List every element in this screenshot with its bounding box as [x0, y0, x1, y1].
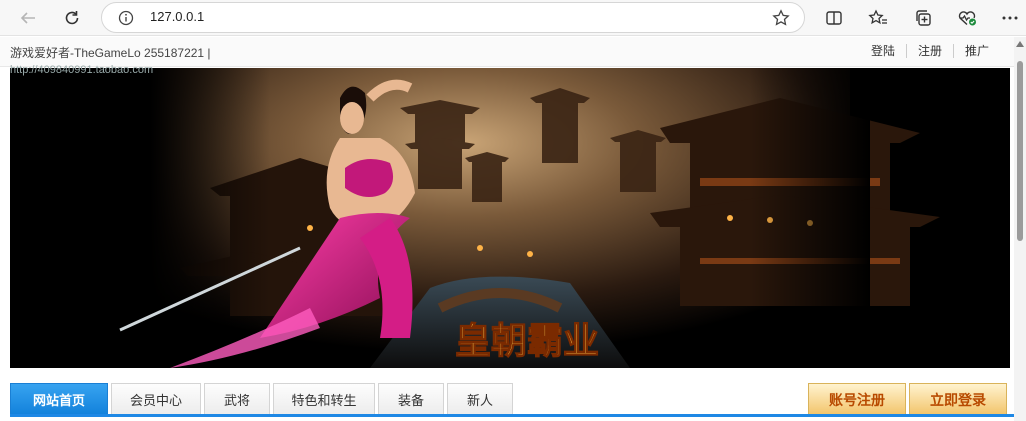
url-text[interactable]: 127.0.0.1 [150, 9, 204, 24]
info-icon[interactable] [118, 10, 134, 26]
split-screen-icon [826, 11, 842, 25]
tab-member-center[interactable]: 会员中心 [111, 383, 201, 416]
more-menu-button[interactable] [998, 6, 1022, 30]
favorites-icon [868, 9, 887, 25]
game-banner: 皇朝霸业 [10, 68, 1010, 368]
main-navigation: 网站首页 会员中心 武将 特色和转生 装备 新人 账号注册 立即登录 [10, 383, 1014, 421]
account-links: 登陆 注册 推广 [860, 44, 1000, 58]
refresh-button[interactable] [58, 4, 86, 32]
back-arrow-icon [20, 12, 35, 24]
address-bar[interactable]: 127.0.0.1 [101, 2, 805, 33]
top-info-bar: 游戏爱好者-TheGameLo 255187221 | 登陆 注册 推广 [0, 37, 1014, 67]
more-dots-icon [1002, 16, 1018, 20]
split-screen-button[interactable] [822, 6, 846, 30]
account-register-button[interactable]: 账号注册 [808, 383, 906, 416]
refresh-icon [65, 11, 79, 25]
login-now-button[interactable]: 立即登录 [909, 383, 1007, 416]
scroll-up-arrow-icon[interactable] [1016, 41, 1024, 47]
tab-home[interactable]: 网站首页 [10, 383, 108, 416]
tab-features-rebirth[interactable]: 特色和转生 [273, 383, 375, 416]
page-scrollbar[interactable] [1014, 37, 1026, 421]
collections-icon [916, 10, 931, 26]
heart-pulse-icon [958, 11, 976, 26]
nav-underline [10, 414, 1014, 417]
site-url[interactable]: http://409840991.taobao.com [10, 64, 153, 76]
tab-equipment[interactable]: 装备 [378, 383, 444, 416]
tab-generals[interactable]: 武将 [204, 383, 270, 416]
banner-logo-text: 皇朝霸业 [455, 320, 599, 362]
favorite-star-icon[interactable] [772, 9, 790, 27]
web-page: 游戏爱好者-TheGameLo 255187221 | 登陆 注册 推广 htt… [0, 37, 1014, 421]
scroll-thumb[interactable] [1017, 61, 1023, 241]
browser-essentials-button[interactable] [955, 6, 979, 30]
tab-newbie[interactable]: 新人 [447, 383, 513, 416]
register-link[interactable]: 注册 [905, 44, 953, 58]
banner-artwork: 皇朝霸业 [10, 68, 1010, 368]
promote-link[interactable]: 推广 [952, 44, 1000, 58]
favorites-button[interactable] [866, 6, 890, 30]
site-title: 游戏爱好者-TheGameLo 255187221 | [10, 46, 211, 60]
collections-button[interactable] [911, 6, 935, 30]
back-button[interactable] [14, 4, 42, 32]
browser-toolbar: 127.0.0.1 [0, 0, 1026, 36]
login-link[interactable]: 登陆 [860, 44, 906, 58]
